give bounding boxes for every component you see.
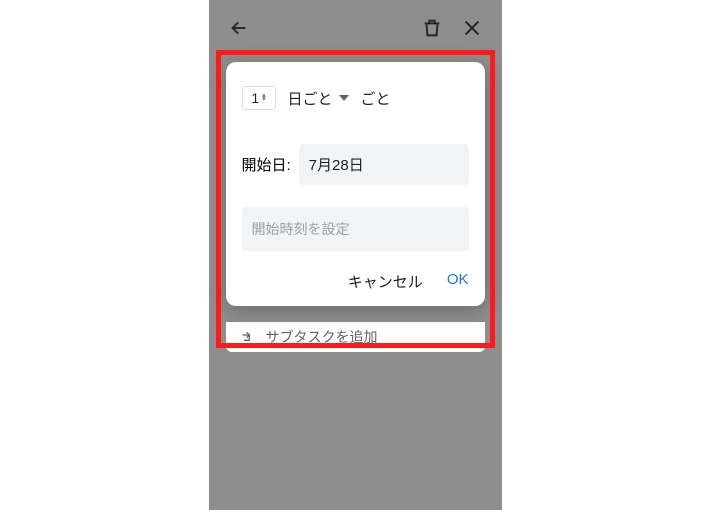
app-screen: サブタスクを追加 1 ▴▾ 日ごと ごと 開始日: 7月28日 開始時刻を設定 …: [210, 0, 501, 510]
topbar: [210, 10, 501, 46]
annotation-highlight: [216, 50, 495, 348]
close-icon[interactable]: [461, 17, 483, 39]
back-arrow-icon[interactable]: [228, 17, 250, 39]
topbar-actions: [421, 17, 483, 39]
trash-icon[interactable]: [421, 17, 443, 39]
